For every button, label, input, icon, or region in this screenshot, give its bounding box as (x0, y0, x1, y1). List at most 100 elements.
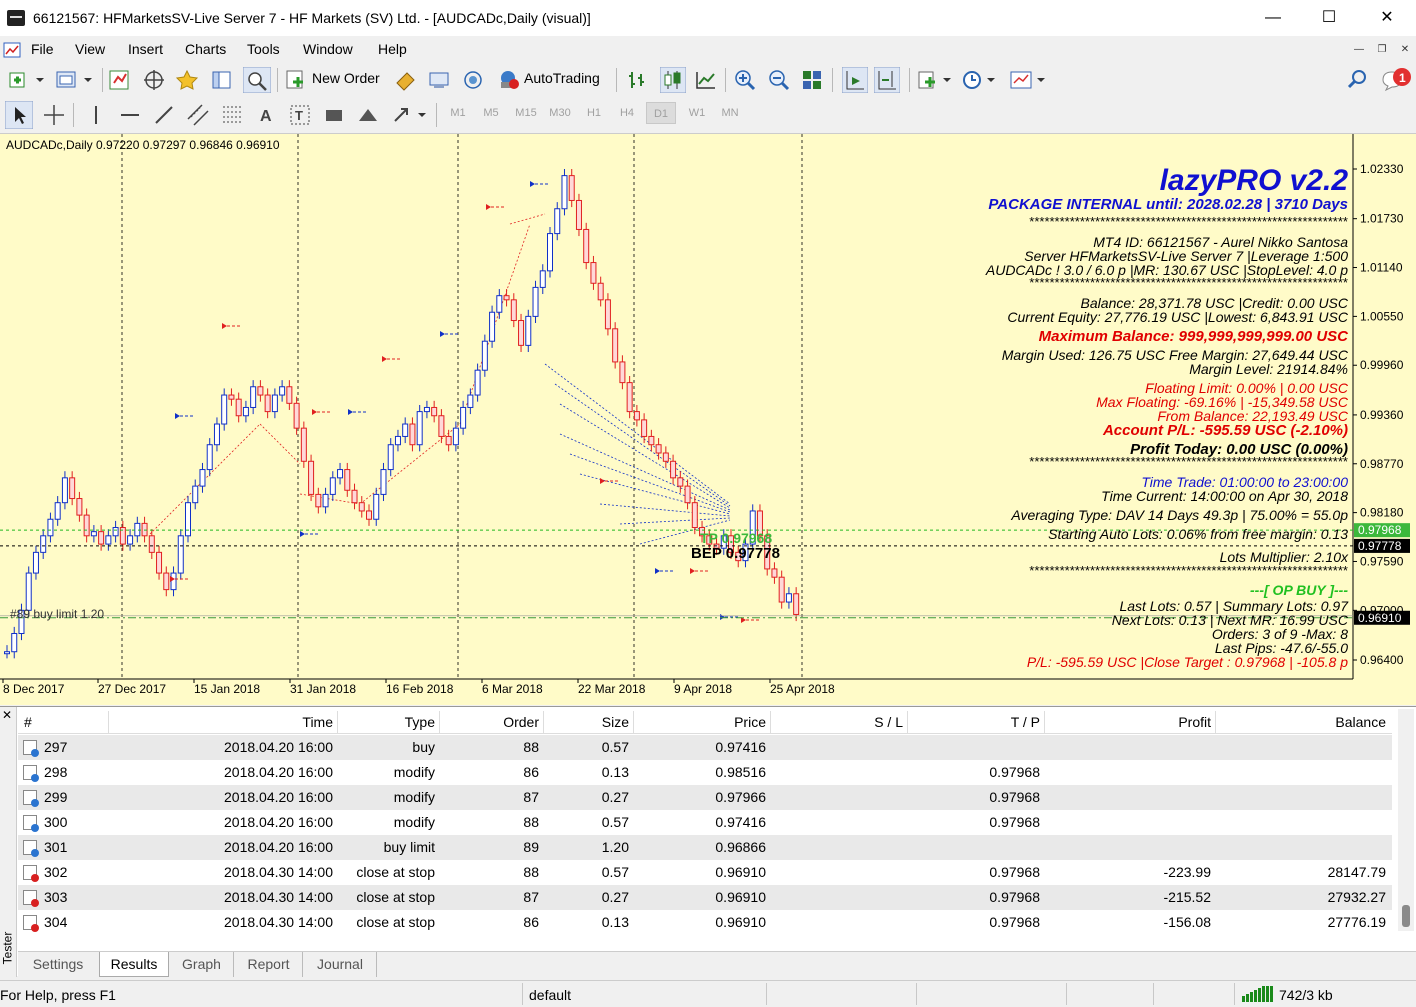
menu-view[interactable]: View (75, 41, 105, 57)
panel-averaging: Averaging Type: DAV 14 Days 49.3p | 75.0… (1010, 507, 1348, 523)
rectangle-icon[interactable] (322, 103, 346, 127)
candle-body (40, 535, 47, 553)
table-row[interactable]: 299 2018.04.20 16:00 modify 87 0.27 0.97966 0.… (18, 785, 1392, 810)
cursor-icon[interactable] (5, 101, 33, 129)
close-button[interactable]: ✕ (1364, 4, 1410, 32)
child-minimize-button[interactable]: — (1350, 42, 1368, 58)
chart-window-icon[interactable] (2, 40, 22, 60)
candle-body (366, 510, 372, 520)
arrows-icon[interactable] (390, 103, 428, 127)
text-tool-icon[interactable]: A (254, 103, 278, 127)
header-time[interactable]: Time (113, 714, 333, 730)
close-deal-icon (23, 915, 39, 932)
price-chart[interactable]: 0.97968 0.97778 0.96910 1.02330 1.01730 1.01… (0, 133, 1416, 705)
tab-journal[interactable]: Journal (304, 952, 377, 977)
timeframe-m5[interactable]: M5 (476, 102, 506, 124)
header-order[interactable]: Order (442, 714, 539, 730)
data-window-icon[interactable] (210, 69, 234, 91)
tab-graph[interactable]: Graph (170, 952, 234, 977)
horizontal-line-icon[interactable] (118, 103, 142, 127)
candle-body (47, 518, 54, 537)
fibonacci-icon[interactable] (220, 103, 244, 127)
metaeditor-icon[interactable] (394, 69, 418, 91)
price-tag-label-bep: 0.97778 (1358, 539, 1402, 553)
zoom-out-icon[interactable] (767, 69, 791, 91)
tile-windows-icon[interactable] (801, 69, 825, 91)
timeframe-d1[interactable]: D1 (646, 102, 676, 124)
header-size[interactable]: Size (546, 714, 629, 730)
header-price[interactable]: Price (636, 714, 766, 730)
new-chart-icon[interactable] (8, 69, 44, 91)
triangle-icon[interactable] (356, 103, 380, 127)
candle-body (69, 477, 76, 500)
line-chart-icon[interactable] (694, 69, 718, 91)
table-row[interactable]: 303 2018.04.30 14:00 close at stop 87 0.27 0.… (18, 885, 1392, 910)
menu-file[interactable]: File (31, 41, 54, 57)
favorites-icon[interactable] (176, 69, 200, 91)
chart-shift-icon[interactable] (874, 67, 900, 93)
notification-count: 1 (1399, 71, 1406, 85)
header-tp[interactable]: T / P (910, 714, 1040, 730)
results-scrollbar[interactable] (1398, 709, 1414, 931)
table-row[interactable]: 301 2018.04.20 16:00 buy limit 89 1.20 0.9686… (18, 835, 1392, 860)
search-icon[interactable] (1346, 69, 1368, 91)
menu-window[interactable]: Window (303, 41, 353, 57)
candle-body (192, 485, 199, 504)
chart-canvas[interactable]: 0.979680.977780.96910 1.023301.017301.01… (0, 134, 1416, 706)
header-sl[interactable]: S / L (773, 714, 903, 730)
header-type[interactable]: Type (340, 714, 435, 730)
tab-results[interactable]: Results (99, 952, 169, 977)
child-close-button[interactable]: ✕ (1396, 42, 1414, 58)
indicators-icon[interactable] (917, 69, 953, 91)
header-profit[interactable]: Profit (1047, 714, 1211, 730)
header-balance[interactable]: Balance (1218, 714, 1386, 730)
market-watch-icon[interactable] (108, 69, 132, 91)
terminal-icon[interactable] (428, 69, 452, 91)
menu-insert[interactable]: Insert (128, 41, 163, 57)
templates-icon[interactable] (1009, 69, 1047, 91)
periods-icon[interactable] (961, 69, 999, 91)
table-row[interactable]: 304 2018.04.30 14:00 close at stop 86 0.13 0.… (18, 910, 1392, 935)
timeframe-h4[interactable]: H4 (612, 102, 642, 124)
minimize-button[interactable]: — (1250, 4, 1296, 32)
child-restore-button[interactable]: ❐ (1373, 42, 1391, 58)
table-row[interactable]: 298 2018.04.20 16:00 modify 86 0.13 0.98516 0.… (18, 760, 1392, 785)
tab-settings[interactable]: Settings (18, 952, 98, 977)
signals-icon[interactable] (462, 69, 486, 91)
bar-chart-icon[interactable] (626, 69, 650, 91)
timeframe-m1[interactable]: M1 (443, 102, 473, 124)
table-row[interactable]: 300 2018.04.20 16:00 modify 88 0.57 0.97416 0.… (18, 810, 1392, 835)
crosshair-icon[interactable] (42, 103, 66, 127)
zoom-in-icon[interactable] (733, 69, 757, 91)
text-label-icon[interactable]: T (288, 103, 312, 127)
timeframe-mn[interactable]: MN (715, 102, 745, 124)
menu-tools[interactable]: Tools (247, 41, 280, 57)
timeframe-h1[interactable]: H1 (579, 102, 609, 124)
new-order-button[interactable]: New Order (312, 70, 380, 86)
auto-scroll-icon[interactable] (842, 67, 868, 93)
header-number[interactable]: # (24, 714, 32, 730)
table-row[interactable]: 297 2018.04.20 16:00 buy 88 0.57 0.97416 (18, 735, 1392, 760)
vertical-line-icon[interactable] (84, 103, 108, 127)
results-table-header: # Time Type Order Size Price S / L T / P… (18, 709, 1392, 734)
tester-close-icon[interactable]: ✕ (2, 708, 12, 722)
timeframe-m15[interactable]: M15 (511, 102, 541, 124)
maximize-button[interactable]: ☐ (1306, 4, 1352, 32)
autotrading-button[interactable]: AutoTrading (524, 70, 600, 86)
tab-report[interactable]: Report (235, 952, 303, 977)
trendline-icon[interactable] (152, 103, 176, 127)
scrollbar-thumb[interactable] (1402, 905, 1410, 927)
deal-profit: -215.52 (1163, 889, 1211, 905)
channel-icon[interactable] (186, 103, 210, 127)
navigator-icon[interactable] (142, 69, 166, 91)
candlestick-icon[interactable] (660, 67, 686, 93)
candle-body (337, 469, 344, 479)
menu-charts[interactable]: Charts (185, 41, 226, 57)
timeframe-w1[interactable]: W1 (682, 102, 712, 124)
table-row[interactable]: 302 2018.04.30 14:00 close at stop 88 0.57 0.… (18, 860, 1392, 885)
profiles-icon[interactable] (54, 69, 92, 91)
menu-help[interactable]: Help (378, 41, 407, 57)
notifications-icon[interactable] (1380, 66, 1414, 94)
strategy-tester-icon[interactable] (243, 67, 271, 93)
timeframe-m30[interactable]: M30 (545, 102, 575, 124)
